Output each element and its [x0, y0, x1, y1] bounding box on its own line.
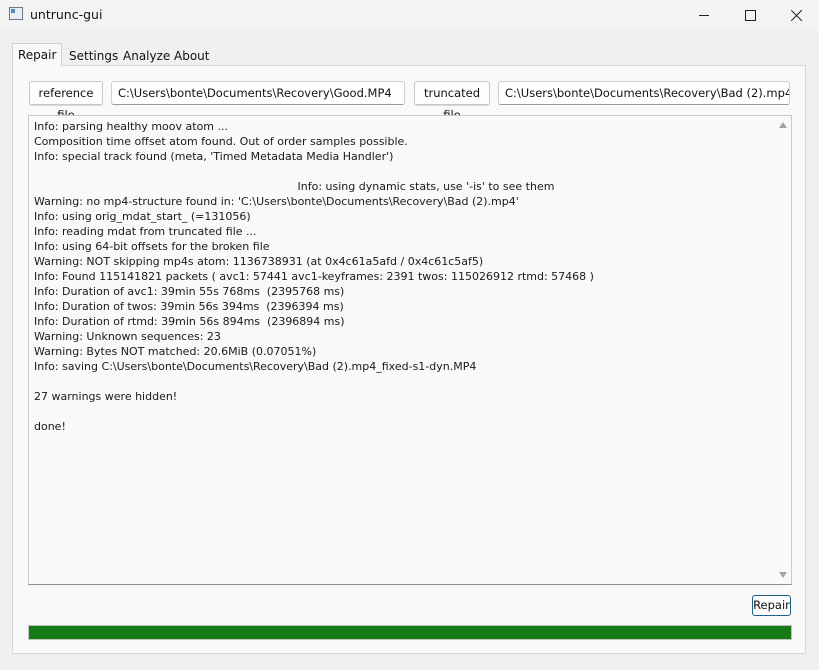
log-line: Warning: no mp4-structure found in: 'C:\… — [34, 195, 519, 208]
log-line: Info: Duration of rtmd: 39min 56s 894ms … — [34, 315, 345, 328]
scroll-up-icon[interactable] — [779, 122, 787, 128]
scroll-down-icon[interactable] — [779, 572, 787, 578]
title-bar: untrunc-gui — [0, 0, 819, 30]
close-button[interactable] — [773, 0, 819, 30]
log-line: Info: Found 115141821 packets ( avc1: 57… — [34, 270, 594, 283]
progress-bar — [28, 625, 792, 640]
reference-path-field[interactable]: C:\Users\bonte\Documents\Recovery\Good.M… — [111, 81, 405, 105]
log-line: Info: Duration of twos: 39min 56s 394ms … — [34, 300, 344, 313]
log-line: Warning: Bytes NOT matched: 20.6MiB (0.0… — [34, 345, 317, 358]
log-line: 27 warnings were hidden! — [34, 390, 178, 403]
log-line: Info: special track found (meta, 'Timed … — [34, 150, 394, 163]
truncated-path-field[interactable]: C:\Users\bonte\Documents\Recovery\Bad (2… — [498, 81, 790, 105]
progress-fill — [29, 626, 791, 639]
log-line: Warning: NOT skipping mp4s atom: 1136738… — [34, 255, 484, 268]
log-line: Info: Duration of avc1: 39min 55s 768ms … — [34, 285, 345, 298]
minimize-icon — [699, 14, 709, 16]
log-line: Info: using orig_mdat_start_ (=131056) — [34, 210, 251, 223]
log-line: Warning: Unknown sequences: 23 — [34, 330, 221, 343]
reference-file-button[interactable]: reference file — [29, 81, 103, 122]
log-line: done! — [34, 420, 66, 433]
truncated-file-button[interactable]: truncated file — [414, 81, 490, 122]
log-line: Info: saving C:\Users\bonte\Documents\Re… — [34, 360, 477, 373]
log-line: Info: parsing healthy moov atom ... — [34, 120, 228, 133]
tab-settings[interactable]: Settings — [63, 45, 124, 65]
log-output[interactable]: Info: parsing healthy moov atom ... Compo… — [28, 115, 792, 585]
repair-button[interactable]: Repair — [752, 595, 791, 616]
tab-repair[interactable]: Repair — [12, 43, 63, 66]
tab-about[interactable]: About — [168, 45, 215, 65]
log-line: Info: reading mdat from truncated file .… — [34, 225, 257, 238]
minimize-button[interactable] — [681, 0, 727, 30]
log-line: Info: using dynamic stats, use '-is' to … — [297, 180, 555, 193]
app-icon — [9, 7, 23, 20]
maximize-icon — [744, 9, 756, 21]
log-line: Info: using 64-bit offsets for the broke… — [34, 240, 270, 253]
log-line: Composition time offset atom found. Out … — [34, 135, 408, 148]
log-scrollbar[interactable] — [775, 116, 791, 584]
close-icon — [790, 9, 803, 22]
log-lines: Info: parsing healthy moov atom ... Compo… — [34, 119, 774, 434]
window-title: untrunc-gui — [30, 7, 103, 22]
maximize-button[interactable] — [727, 0, 773, 30]
